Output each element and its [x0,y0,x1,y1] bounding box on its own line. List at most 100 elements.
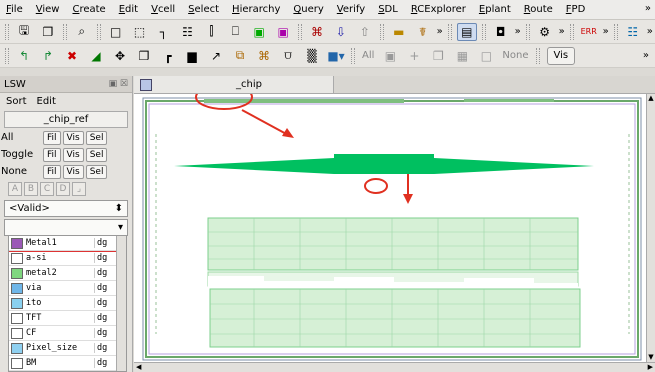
chevron-icon[interactable]: » [643,50,649,61]
grid-icon[interactable]: ⩌ [278,47,298,65]
toolbar-grip[interactable] [96,23,101,40]
pin-icon[interactable]: ⫿ [201,23,221,41]
delete-icon[interactable]: ✖ [62,47,82,65]
redo-arrow-icon[interactable]: ↱ [38,47,58,65]
layer-row[interactable]: CF dg [9,326,126,341]
layer-swatch[interactable] [11,282,23,294]
canvas-vertical-scrollbar[interactable]: ▲ ▼ [646,94,655,362]
layer-swatch[interactable] [11,267,23,279]
camera-icon[interactable]: ◘ [491,23,511,41]
none-label[interactable]: None [502,50,528,61]
menu-eplant[interactable]: Eplant [479,4,511,15]
palette-b-button[interactable]: B [24,182,38,196]
scroll-left-icon[interactable]: ◀ [136,363,141,371]
menu-rcexplorer[interactable]: RCExplorer [411,4,466,15]
toolbar-grip[interactable] [613,23,618,40]
toggle-vis-button[interactable]: Vis [62,147,84,162]
copy-icon[interactable]: ❐ [134,47,154,65]
menu-view[interactable]: View [36,4,60,15]
layer-swatch[interactable] [11,297,23,309]
menu-fpd[interactable]: FPD [566,4,586,15]
layer-swatch[interactable] [11,237,23,249]
move-icon[interactable]: ✥ [110,47,130,65]
merge-icon[interactable]: ┏ [158,47,178,65]
menu-query[interactable]: Query [293,4,323,15]
toolbar-grip[interactable] [298,23,303,40]
ascend-icon[interactable]: ⇧ [355,23,375,41]
palette-c-button[interactable]: C [40,182,54,196]
polygon-icon[interactable]: ⬚ [130,23,150,41]
toolbar-grip[interactable] [535,47,540,64]
sort-menu[interactable]: Sort [6,96,27,107]
menu-hierarchy[interactable]: Hierarchy [232,4,280,15]
layer-swatch[interactable] [11,357,23,369]
layer-filter-select[interactable]: <Valid> ⬍ [4,200,128,217]
copy-window-icon[interactable]: ❐ [38,23,58,41]
window-icon[interactable]: ❐ [428,47,448,65]
chop-icon[interactable]: ▆ [182,47,202,65]
all-label[interactable]: All [362,50,374,61]
layer-swatch[interactable] [11,252,23,264]
menu-file[interactable]: File [6,4,23,15]
rectangle-icon[interactable]: □ [106,23,126,41]
hierarchy-icon[interactable]: ⌘ [307,23,327,41]
menu-edit[interactable]: Edit [119,4,138,15]
select-arrow-icon[interactable]: ↰ [14,47,34,65]
cross-icon[interactable]: + [404,47,424,65]
display-window-icon[interactable]: ▤ [456,22,477,41]
hatch-icon[interactable]: ▒ [302,47,322,65]
canvas-horizontal-scrollbar[interactable]: ◀ ▶ [134,362,655,372]
all-layers-icon[interactable]: ▣ [380,47,400,65]
box-icon[interactable]: □ [476,47,496,65]
toolbar-grip[interactable] [447,23,452,40]
instance-icon[interactable]: ☷ [177,23,197,41]
layer-row[interactable]: a-si dg [9,251,126,266]
toolbar-grip[interactable] [5,47,9,64]
layer-list[interactable]: Metal1 dg a-si dg metal2 dg via dg ito dg TFT dg CF d… [8,235,127,372]
palette-a-button[interactable]: A [8,182,22,196]
grid-select-icon[interactable]: ▦ [452,47,472,65]
layer-row[interactable]: Metal1 dg [9,236,126,252]
toggle-fil-button[interactable]: Fil [43,147,61,162]
label-icon[interactable]: ⎕ [225,23,245,41]
layout-canvas[interactable] [134,94,646,362]
layer-row[interactable]: TFT dg [9,311,126,326]
scroll-up-icon[interactable]: ▲ [647,94,655,103]
layer-row[interactable]: via dg [9,281,126,296]
layer-swatch[interactable] [11,327,23,339]
none-sel-button[interactable]: Sel [85,164,108,179]
all-sel-button[interactable]: Sel [85,130,108,145]
error-marker-icon[interactable]: ERR [579,23,599,41]
toolbar-grip[interactable] [525,23,530,40]
chevron-icon[interactable]: » [647,26,653,37]
layer-filter-select-2[interactable]: ▾ [4,219,128,236]
save-icon[interactable]: 🖫 [14,23,34,41]
settings-gear-icon[interactable]: ⚙ [535,23,555,41]
path-icon[interactable]: ┐ [154,23,174,41]
vis-button[interactable]: Vis [546,46,576,65]
none-fil-button[interactable]: Fil [43,164,61,179]
chevron-icon[interactable]: » [515,26,521,37]
layer-swatch[interactable] [11,342,23,354]
descend-icon[interactable]: ⇩ [331,23,351,41]
all-vis-button[interactable]: Vis [62,130,84,145]
via-icon[interactable]: ▣ [249,23,269,41]
layer-row[interactable]: Pixel_size dg [9,341,126,356]
toolbar-grip[interactable] [5,23,9,40]
toolbar-grip[interactable] [569,23,574,40]
menu-create[interactable]: Create [72,4,105,15]
split-icon[interactable]: ↗ [206,47,226,65]
bindkey-icon[interactable]: ☤ [413,23,433,41]
menu-overflow-icon[interactable]: » [645,3,651,14]
toolbar-grip[interactable] [481,23,486,40]
ruler-cross-icon[interactable]: ⌘ [254,47,274,65]
layer-row[interactable]: metal2 dg [9,266,126,281]
chevron-icon[interactable]: » [603,26,609,37]
ruler-icon[interactable]: ▬ [389,23,409,41]
scroll-right-icon[interactable]: ▶ [648,363,653,371]
menu-verify[interactable]: Verify [337,4,365,15]
tab-chip[interactable]: _chip [134,76,334,93]
panel-close-icon[interactable]: ▣ ☒ [109,79,128,89]
stretch-icon[interactable]: ◢ [86,47,106,65]
scroll-down-icon[interactable]: ▼ [647,353,655,362]
